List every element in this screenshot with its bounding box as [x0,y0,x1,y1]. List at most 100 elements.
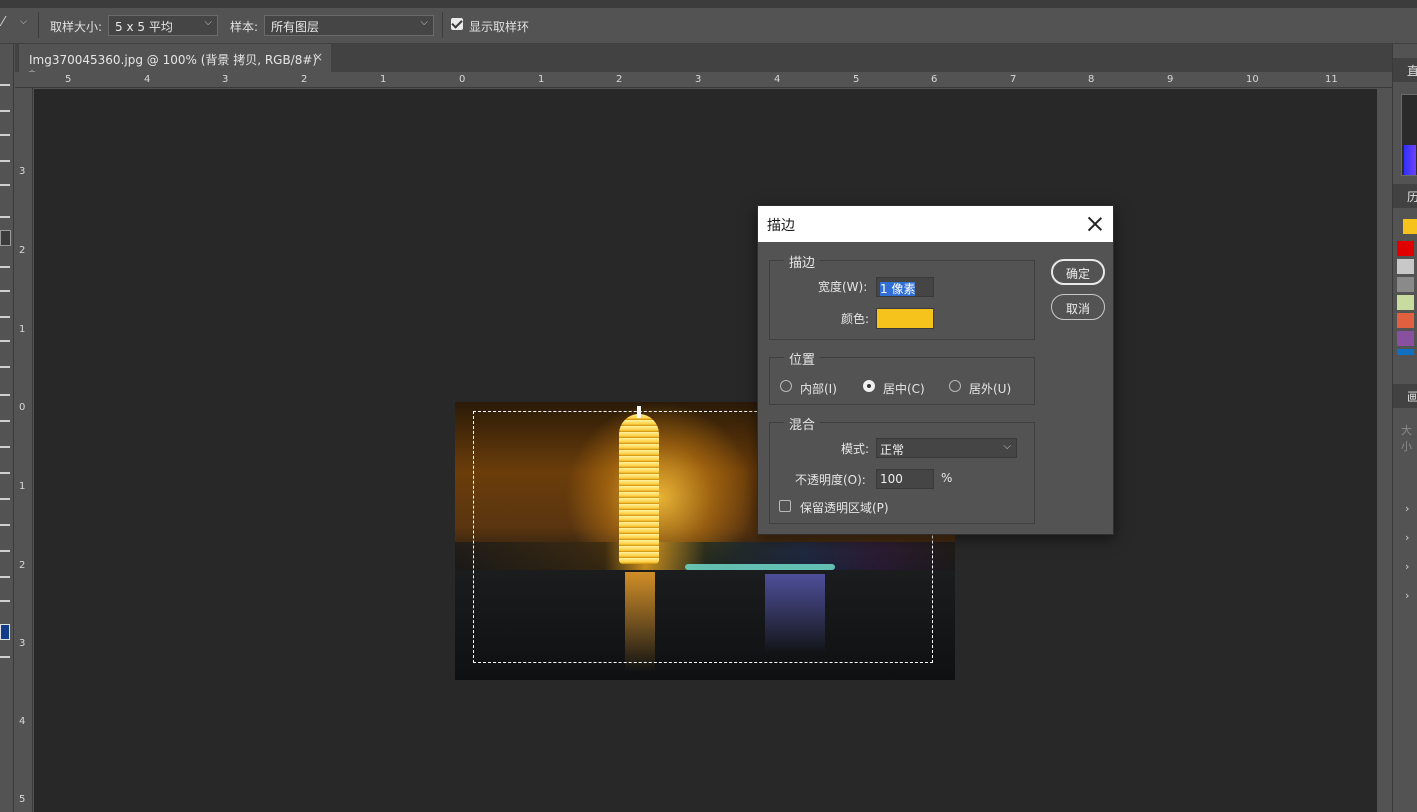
show-sampling-ring-checkbox[interactable] [451,18,463,30]
lasso-tool[interactable] [0,160,10,162]
ruler-tick-label: 5 [65,74,72,85]
ruler-tick-label: 1 [19,481,26,492]
history-tab[interactable]: 历 [1393,184,1417,208]
ruler-tick-label: 1 [19,324,26,335]
blur-tool[interactable] [0,420,10,422]
mode-select[interactable]: 正常 ⌵ [876,438,1017,458]
horizontal-ruler[interactable]: 5 4 3 2 1 0 1 2 3 4 5 6 7 8 9 10 11 [15,72,1392,88]
healing-brush-tool[interactable] [0,266,10,268]
chevron-right-icon[interactable]: › [1405,589,1409,602]
separator [442,12,443,38]
dialog-title: 描边 [767,218,795,234]
preserve-transparency-checkbox[interactable] [779,500,791,512]
ruler-tick-label: 1 [538,74,545,85]
sample-select[interactable]: 所有图层 ⌵ [264,15,434,36]
width-label: 宽度(W): [818,280,868,294]
document-tab-bar: Img370045360.jpg @ 100% (背景 拷贝, RGB/8#) … [15,44,1392,82]
ruler-tick-label: 6 [931,74,938,85]
sample-label: 样本: [230,20,259,34]
ok-button[interactable]: 确定 [1051,259,1105,285]
center-label: 居中(C) [883,382,925,396]
quick-select-tool[interactable] [0,184,10,186]
eyedropper-tool[interactable] [0,230,11,246]
swatch-purple[interactable] [1397,331,1414,346]
sample-size-select[interactable]: 5 x 5 平均 ⌵ [108,15,218,36]
quick-mask-tool[interactable] [0,656,10,658]
ruler-tick-label: 9 [1167,74,1174,85]
move-tool[interactable] [0,84,10,86]
chevron-down-icon: ⌵ [420,17,428,28]
ruler-tick-label: 10 [1246,74,1259,85]
marquee-tool[interactable] [0,134,10,136]
inside-radio[interactable] [780,380,792,392]
swatch-red[interactable] [1397,241,1414,256]
outside-radio[interactable] [949,380,961,392]
vertical-ruler[interactable]: 3 2 1 0 1 2 3 4 5 [15,88,33,812]
ruler-tick-label: 4 [144,74,151,85]
separator [38,12,39,38]
dialog-title-bar[interactable]: 描边 [758,206,1113,242]
sample-size-value: 5 x 5 平均 [115,20,173,34]
right-panels: 直 历 画 大小 › › › › [1392,44,1417,812]
opacity-input[interactable]: 100 [876,469,934,489]
document-canvas[interactable] [34,89,1377,812]
swatch-light-green[interactable] [1397,295,1414,310]
swatch-blue[interactable] [1397,349,1414,355]
ruler-tick-label: 7 [1010,74,1017,85]
artboard-tool[interactable] [0,110,10,112]
clone-stamp-tool[interactable] [0,316,10,318]
swatch-gray[interactable] [1397,277,1414,292]
ruler-tick-label: 11 [1325,74,1338,85]
ruler-tick-label: 5 [19,794,26,805]
cancel-button[interactable]: 取消 [1051,294,1105,320]
width-value: 1 像素 [880,282,916,296]
chevron-right-icon[interactable]: › [1405,560,1409,573]
histogram-graph [1401,94,1417,176]
chevron-down-icon: ⌵ [204,17,212,28]
stroke-group-title: 描边 [784,252,821,271]
ruler-tick-label: 5 [853,74,860,85]
show-sampling-ring-label: 显示取样环 [469,20,530,34]
outside-label: 居外(U) [969,382,1012,396]
eyedropper-icon[interactable]: ⁄ [2,15,4,30]
mode-value: 正常 [880,443,905,457]
center-radio[interactable] [863,380,875,392]
ruler-tick-label: 0 [459,74,466,85]
tools-panel [0,44,14,812]
swatch-light-gray[interactable] [1397,259,1414,274]
brush-tool[interactable] [0,290,10,292]
foreground-color-swatch[interactable] [0,624,10,640]
stroke-color-swatch[interactable] [876,308,934,329]
dodge-tool[interactable] [0,446,10,448]
pen-tool[interactable] [0,472,10,474]
preserve-transparency-label: 保留透明区域(P) [800,501,889,515]
type-tool[interactable] [0,498,10,500]
history-brush-tool[interactable] [0,340,10,342]
gradient-tool[interactable] [0,394,10,396]
chevron-right-icon[interactable]: › [1405,531,1409,544]
histogram-tab[interactable]: 直 [1393,58,1417,82]
opacity-label: 不透明度(O): [795,473,866,487]
swatch-orange-red[interactable] [1397,313,1414,328]
ruler-tick-label: 4 [774,74,781,85]
eraser-tool[interactable] [0,366,10,368]
ruler-tick-label: 3 [222,74,229,85]
ruler-tick-label: 3 [695,74,702,85]
path-select-tool[interactable] [0,524,10,526]
crop-tool[interactable] [0,216,10,218]
brush-settings-tab[interactable]: 画 [1393,384,1417,408]
swap-colors-icon[interactable] [0,600,10,602]
hand-tool[interactable] [0,576,10,578]
chevron-right-icon[interactable]: › [1405,502,1409,515]
brush-size-label: 大小 [1401,424,1412,453]
close-icon[interactable] [1085,214,1105,234]
tool-preset-chevron-icon[interactable]: ⌵ [20,17,27,27]
swatch-yellow[interactable] [1403,219,1417,234]
blend-group-title: 混合 [784,414,821,433]
shape-tool[interactable] [0,550,10,552]
document-tab[interactable]: Img370045360.jpg @ 100% (背景 拷贝, RGB/8#) … [19,44,331,82]
close-tab-icon[interactable]: × [313,50,323,64]
ruler-tick-label: 2 [301,74,308,85]
ruler-tick-label: 1 [380,74,387,85]
width-input[interactable]: 1 像素 [876,277,934,297]
